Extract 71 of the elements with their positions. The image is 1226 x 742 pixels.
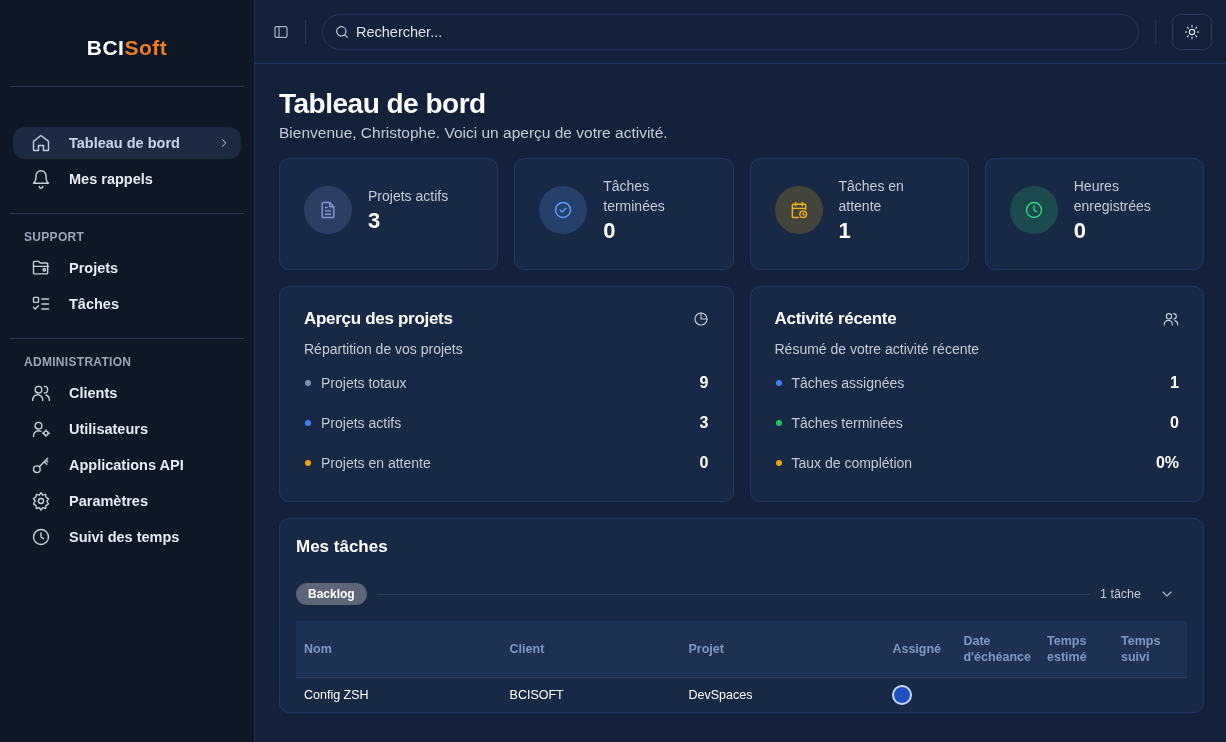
pie-chart-icon (692, 311, 709, 327)
check-circle-icon (553, 200, 574, 220)
metric-value: 0% (1155, 454, 1179, 472)
sidebar-item[interactable]: Paramètres (13, 485, 241, 517)
search-icon (334, 23, 350, 40)
panel-title: Aperçu des projets (304, 309, 453, 329)
column-header: Projet (680, 621, 885, 678)
settings-icon (31, 491, 51, 511)
stat-label: Tâches en attente (838, 177, 905, 216)
folder-icon (31, 258, 51, 278)
page-title: Tableau de bord (279, 88, 487, 120)
search-field[interactable]: Rechercher... (322, 13, 1139, 50)
column-header: Assigné (884, 621, 956, 678)
panel-subtitle: Répartition de vos projets (304, 341, 464, 357)
document-icon (318, 200, 338, 220)
table-cell: BCISOFT (501, 677, 681, 712)
key-icon (31, 455, 51, 475)
avatar (892, 685, 913, 705)
user-gear-icon (31, 419, 51, 439)
sidebar-item[interactable]: Applications API (13, 449, 241, 481)
metric-label: Taux de complétion (791, 455, 913, 471)
stat-value: 0 (1073, 218, 1087, 244)
section-heading: ADMINISTRATION (23, 354, 133, 371)
metric-value: 1 (1170, 374, 1179, 392)
column-header: Nom (296, 621, 502, 678)
bell-icon (31, 169, 51, 189)
stat-label: Tâches terminées (603, 177, 666, 216)
panel-title: Activité récente (774, 309, 897, 329)
sun-icon (1184, 23, 1200, 40)
column-header: Client (501, 621, 681, 678)
column-header: Temps estimé (1039, 621, 1113, 678)
stat-value: 1 (838, 218, 852, 244)
users-icon (1163, 311, 1179, 327)
table-cell: Config ZSH (296, 677, 502, 712)
clock-icon (31, 527, 51, 547)
stat-label: Heures enregistrées (1073, 177, 1152, 216)
sidebar-item[interactable]: Tâches (13, 288, 241, 320)
sidebar-toggle-icon (273, 23, 289, 40)
metric-label: Projets totaux (321, 375, 407, 391)
metric-label: Projets en attente (321, 455, 431, 471)
status-badge[interactable]: Backlog (296, 583, 367, 605)
clock-icon (1023, 200, 1044, 220)
sidebar-item[interactable]: Utilisateurs (13, 413, 241, 445)
sidebar-item[interactable]: Projets (13, 252, 241, 284)
metric-label: Tâches assignées (791, 375, 905, 391)
table-cell: DevSpaces (680, 677, 885, 712)
sidebar-item[interactable]: Tableau de bord (13, 127, 241, 159)
sidebar-item[interactable]: Suivi des temps (13, 521, 241, 553)
users-icon (31, 383, 51, 403)
panel-title: Mes tâches (296, 537, 389, 557)
task-count: 1 tâche (1100, 587, 1141, 601)
sidebar-item[interactable]: Clients (13, 377, 241, 409)
sidebar-item[interactable]: Mes rappels (13, 163, 241, 195)
panel-subtitle: Résumé de votre activité récente (774, 341, 981, 357)
home-icon (31, 133, 51, 153)
stat-value: 0 (603, 218, 617, 244)
column-header: Date d'échéance (955, 621, 1039, 678)
stat-label: Projets actifs (368, 187, 449, 206)
column-header: Temps suivi (1113, 621, 1187, 678)
theme-toggle-button[interactable] (1172, 13, 1212, 50)
sidebar-toggle-button[interactable] (273, 23, 289, 40)
logo: BCISoft (86, 36, 168, 60)
metric-value: 9 (699, 374, 709, 392)
stat-value: 3 (368, 208, 382, 234)
metric-label: Tâches terminées (791, 415, 903, 431)
metric-value: 3 (699, 414, 709, 432)
section-heading: SUPPORT (23, 229, 86, 246)
page-subtitle: Bienvenue, Christophe. Voici un aperçu de votre activité. (279, 124, 669, 142)
metric-label: Projets actifs (321, 415, 402, 431)
metric-value: 0 (1170, 414, 1179, 432)
metric-value: 0 (699, 454, 709, 472)
